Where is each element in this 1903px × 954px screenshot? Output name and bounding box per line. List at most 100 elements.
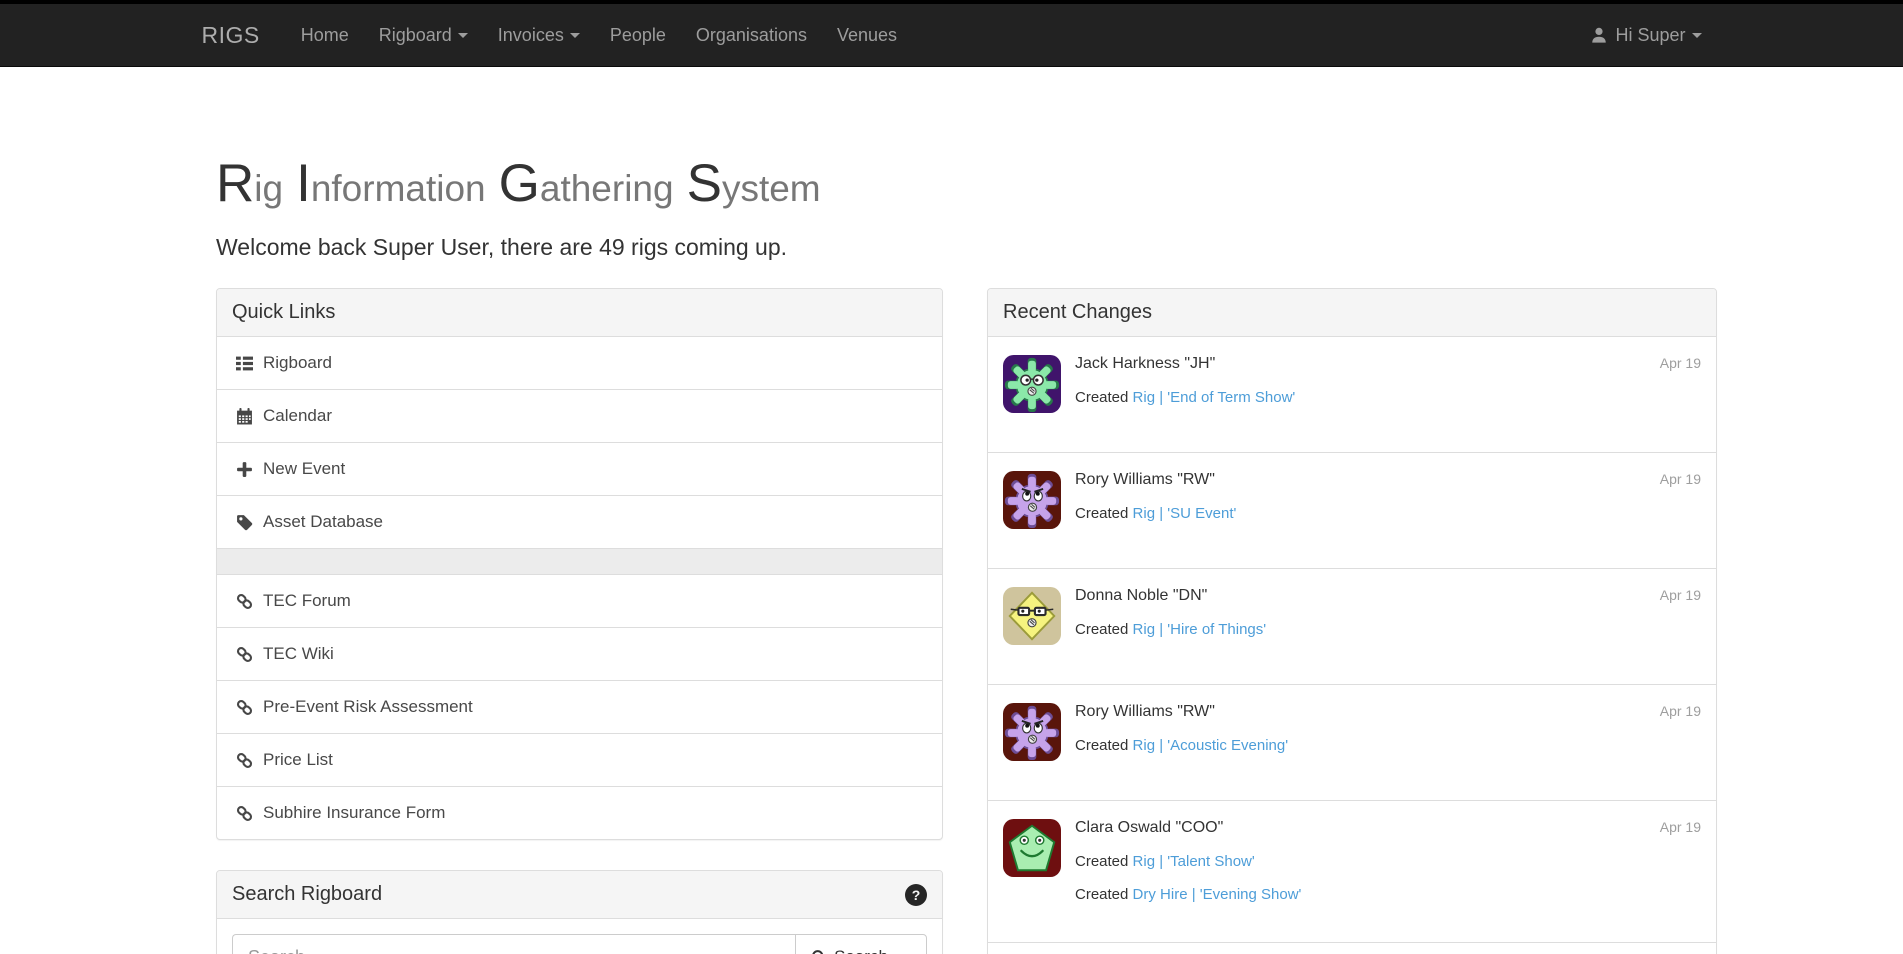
avatar	[1003, 703, 1061, 761]
brand-link[interactable]: RIGS	[202, 22, 260, 49]
recent-change-item: Rory Williams "RW"Apr 19Created Rig | 'S…	[988, 453, 1716, 569]
person-name[interactable]: Donna Noble "DN"	[1075, 587, 1207, 605]
search-button-label: Search	[834, 947, 888, 954]
quick-link-label: Subhire Insurance Form	[263, 802, 445, 824]
change-link[interactable]: Rig | 'Hire of Things'	[1133, 621, 1267, 638]
nav-item-venues[interactable]: Venues	[822, 25, 912, 46]
avatar	[1003, 355, 1061, 413]
quick-link-calendar[interactable]: Calendar	[217, 390, 942, 443]
person-name[interactable]: Rory Williams "RW"	[1075, 471, 1215, 489]
nav-item-rigboard[interactable]: Rigboard	[364, 25, 483, 46]
person-name[interactable]: Rory Williams "RW"	[1075, 703, 1215, 721]
quick-link-pre-event-risk-assessment[interactable]: Pre-Event Risk Assessment	[217, 681, 942, 734]
quick-links-heading: Quick Links	[217, 289, 942, 337]
change-link[interactable]: Rig | 'SU Event'	[1133, 505, 1237, 522]
nav-item-people[interactable]: People	[595, 25, 681, 46]
search-button[interactable]: Search	[795, 934, 927, 954]
welcome-text: Welcome back Super User, there are 49 ri…	[216, 234, 1687, 261]
avatar	[1003, 587, 1061, 645]
recent-changes-title: Recent Changes	[1003, 301, 1152, 324]
navbar: RIGS HomeRigboardInvoicesPeopleOrganisat…	[0, 0, 1903, 67]
recent-change-item: Rory Williams "RW" Apr 19 Created Rig | 'A…	[988, 685, 1716, 801]
quick-link-label: Pre-Event Risk Assessment	[263, 696, 473, 718]
change-link[interactable]: Rig | 'Talent Show'	[1133, 853, 1255, 870]
change-date: Apr 19	[1660, 819, 1701, 835]
change-action: Created Rig | 'Hire of Things'	[1075, 621, 1701, 638]
quick-link-new-event[interactable]: New Event	[217, 443, 942, 496]
avatar	[1003, 819, 1061, 877]
recent-change-item: Rory Williams "RW"Apr 19	[988, 943, 1716, 954]
quick-link-label: TEC Forum	[263, 590, 351, 612]
quick-link-rigboard[interactable]: Rigboard	[217, 337, 942, 390]
change-action: Created Rig | 'Talent Show'	[1075, 853, 1701, 870]
title-word: Information	[296, 172, 486, 208]
nav-item-home[interactable]: Home	[286, 25, 364, 46]
title-word: System	[687, 172, 821, 208]
search-rigboard-panel: Search Rigboard Search	[216, 870, 943, 954]
recent-change-item: Clara Oswald "COO" Apr 19 Created Rig | 'T…	[988, 801, 1716, 943]
recent-changes-list: Jack Harkness "JH" Apr 19 Created Rig | 'E…	[988, 337, 1716, 954]
help-icon[interactable]	[905, 884, 927, 906]
change-action: Created Rig | 'SU Event'	[1075, 505, 1701, 522]
change-link[interactable]: Rig | 'Acoustic Evening'	[1133, 737, 1289, 754]
quick-links-list: Rigboard Calendar New Event Asset Database T…	[217, 337, 942, 839]
user-icon	[1590, 26, 1608, 44]
list-icon	[236, 355, 253, 372]
change-action: Created Dry Hire | 'Evening Show'	[1075, 886, 1701, 903]
left-column: Quick Links Rigboard Calendar New Event Ass…	[216, 288, 943, 954]
page-title: Rig Information Gathering System	[216, 153, 1687, 214]
nav-items: HomeRigboardInvoicesPeopleOrganisationsV…	[286, 25, 912, 46]
nav-item-organisations[interactable]: Organisations	[681, 25, 822, 46]
quick-link-asset-database[interactable]: Asset Database	[217, 496, 942, 549]
quick-link-label: Price List	[263, 749, 333, 771]
quick-link-subhire-insurance-form[interactable]: Subhire Insurance Form	[217, 787, 942, 839]
quick-link-price-list[interactable]: Price List	[217, 734, 942, 787]
quick-link-label: Calendar	[263, 405, 332, 427]
search-input[interactable]	[232, 934, 795, 954]
user-menu[interactable]: Hi Super	[1590, 25, 1701, 46]
nav-item-invoices[interactable]: Invoices	[483, 25, 595, 46]
search-icon	[811, 949, 827, 954]
calendar-icon	[236, 408, 253, 425]
change-action: Created Rig | 'End of Term Show'	[1075, 389, 1701, 406]
change-date: Apr 19	[1660, 355, 1701, 371]
change-date: Apr 19	[1660, 703, 1701, 719]
title-word: Rig	[216, 172, 283, 208]
recent-change-item: Jack Harkness "JH" Apr 19 Created Rig | 'E…	[988, 337, 1716, 453]
chevron-down-icon	[570, 33, 580, 38]
link-icon	[236, 752, 253, 769]
quick-link-label: New Event	[263, 458, 345, 480]
search-title: Search Rigboard	[232, 883, 382, 906]
link-icon	[236, 646, 253, 663]
quick-link-label: TEC Wiki	[263, 643, 334, 665]
title-word: Gathering	[499, 172, 674, 208]
recent-change-item: Donna Noble "DN" Apr 19 Created Rig | 'Hir…	[988, 569, 1716, 685]
recent-changes-panel: Recent Changes Jack Harkness "JH"Apr 19C…	[987, 288, 1717, 954]
quick-links-separator	[217, 549, 942, 575]
search-input-group: Search	[232, 934, 927, 954]
main-content: Rig Information Gathering System Welcome ba…	[201, 153, 1702, 954]
chevron-down-icon	[458, 33, 468, 38]
plus-icon	[236, 461, 253, 478]
link-icon	[236, 699, 253, 716]
person-name[interactable]: Jack Harkness "JH"	[1075, 355, 1215, 373]
change-link[interactable]: Dry Hire | 'Evening Show'	[1133, 886, 1302, 903]
change-action: Created Rig | 'Acoustic Evening'	[1075, 737, 1701, 754]
quick-link-tec-forum[interactable]: TEC Forum	[217, 575, 942, 628]
avatar	[1003, 471, 1061, 529]
quick-link-label: Rigboard	[263, 352, 332, 374]
tag-icon	[236, 514, 253, 531]
link-icon	[236, 805, 253, 822]
quick-link-tec-wiki[interactable]: TEC Wiki	[217, 628, 942, 681]
recent-changes-heading: Recent Changes	[988, 289, 1716, 337]
change-link[interactable]: Rig | 'End of Term Show'	[1133, 389, 1296, 406]
search-heading: Search Rigboard	[217, 871, 942, 919]
quick-links-panel: Quick Links Rigboard Calendar New Event Ass…	[216, 288, 943, 840]
user-menu-label: Hi Super	[1615, 25, 1685, 46]
chevron-down-icon	[1692, 33, 1702, 38]
person-name[interactable]: Clara Oswald "COO"	[1075, 819, 1223, 837]
change-date: Apr 19	[1660, 587, 1701, 603]
quick-links-title: Quick Links	[232, 301, 335, 324]
quick-link-label: Asset Database	[263, 511, 383, 533]
right-column: Recent Changes Jack Harkness "JH"Apr 19C…	[987, 288, 1717, 954]
